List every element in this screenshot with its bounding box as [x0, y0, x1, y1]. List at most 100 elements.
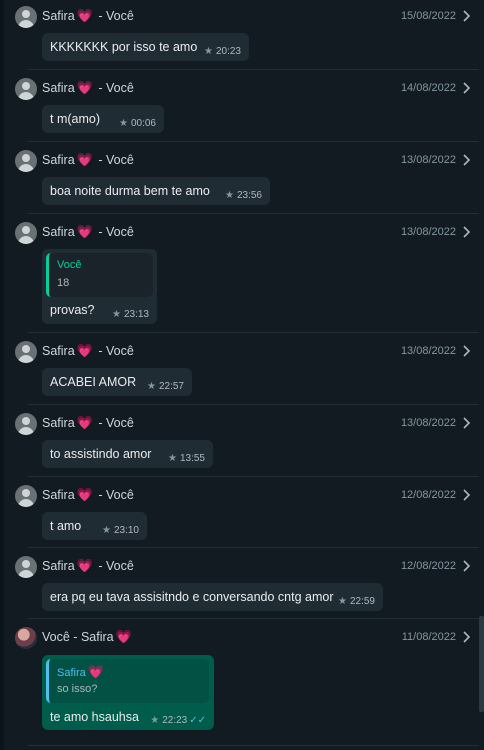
divider [28, 69, 480, 70]
star-icon: ★ [150, 715, 160, 726]
chevron-right-icon[interactable] [462, 344, 472, 358]
message-header: Safira 💗 - Você 13/08/2022 [14, 341, 480, 363]
quoted-author: Você [57, 259, 82, 271]
message-meta: ★ 22:59 [338, 596, 375, 607]
header-participants: Safira 💗 - Você [42, 225, 134, 240]
header-participants: Safira 💗 - Você [42, 559, 134, 574]
message-meta: ★ 23:56 [225, 190, 262, 201]
header-participants: Safira 💗 - Você [42, 81, 134, 96]
default-avatar-icon [15, 150, 37, 172]
separator: - [98, 344, 103, 358]
heart-emoji: 💗 [76, 9, 93, 24]
message-header: Safira 💗 - Você 13/08/2022 [14, 222, 480, 244]
quoted-text: so isso? [57, 683, 98, 695]
message-time: 23:10 [113, 525, 139, 536]
starred-message-item[interactable]: Safira 💗 - Você 13/08/2022 boa noite durm… [14, 150, 480, 212]
message-date: 11/08/2022 [401, 631, 456, 643]
sender-name: Safira [42, 488, 75, 502]
chevron-right-icon[interactable] [462, 153, 472, 167]
message-bubble[interactable]: boa noite durma bem te amo ★ 23:56 [42, 177, 270, 205]
message-bubble[interactable]: t m(amo) ★ 00:06 [42, 105, 164, 133]
chevron-right-icon[interactable] [462, 225, 472, 239]
starred-message-item[interactable]: Safira 💗 - Você 12/08/2022 era pq eu tava… [14, 556, 480, 618]
chevron-right-icon[interactable] [462, 9, 472, 23]
quoted-text: 18 [57, 277, 70, 289]
starred-message-item[interactable]: Safira 💗 - Você 13/08/2022 to assistindo … [14, 413, 480, 475]
message-bubble[interactable]: KKKKKKK por isso te amo ★ 20:23 [42, 33, 249, 61]
profile-avatar [15, 627, 37, 649]
divider [28, 547, 480, 548]
starred-message-item[interactable]: Safira 💗 - Você 13/08/2022 ACABEI AMOR ★ 2… [14, 341, 480, 403]
quoted-message[interactable]: Safira 💗 so isso? [46, 659, 209, 703]
message-header: Safira 💗 - Você 13/08/2022 [14, 413, 480, 435]
default-avatar-icon [15, 78, 37, 100]
left-edge [0, 0, 4, 750]
recipient-name: Você [105, 488, 134, 502]
message-bubble[interactable]: Você 18 provas? ★ 23:13 [42, 249, 157, 324]
message-time: 00:06 [130, 118, 156, 129]
message-bubble[interactable]: Safira 💗 so isso? te amo hsauhsa ★ 22:23 ✓✓ [42, 655, 214, 730]
message-bubble[interactable]: ACABEI AMOR ★ 22:57 [42, 368, 192, 396]
sender-name: Safira [42, 344, 75, 358]
divider [28, 332, 480, 333]
recipient-name: Você [105, 9, 134, 23]
message-text: t amo [50, 519, 82, 533]
heart-emoji: 💗 [76, 416, 93, 431]
divider [28, 404, 480, 405]
message-date: 13/08/2022 [400, 154, 456, 166]
star-icon: ★ [102, 525, 111, 536]
star-icon: ★ [168, 453, 177, 464]
scrollbar-thumb[interactable] [479, 616, 484, 712]
chevron-right-icon[interactable] [462, 559, 472, 573]
starred-message-item[interactable]: Safira 💗 - Você 13/08/2022 Você 18 provas… [14, 222, 480, 332]
recipient-name: Você [105, 416, 134, 430]
quoted-author: Safira 💗 [57, 665, 106, 680]
message-date: 13/08/2022 [400, 226, 456, 238]
recipient-name: Você [105, 559, 134, 573]
heart-emoji: 💗 [76, 153, 93, 168]
message-header: Safira 💗 - Você 13/08/2022 [14, 150, 480, 172]
message-text: te amo hsauhsa [50, 710, 139, 724]
sender-name: Você [42, 630, 70, 644]
star-icon: ★ [225, 190, 234, 201]
message-text: t m(amo) [50, 112, 100, 126]
starred-message-item[interactable]: Você - Safira 💗 11/08/2022 Safira 💗 so iss… [14, 627, 480, 737]
separator: - [73, 630, 78, 644]
message-date: 15/08/2022 [400, 10, 456, 22]
star-icon: ★ [119, 118, 128, 129]
message-bubble[interactable]: to assistindo amor ★ 13:55 [42, 440, 213, 468]
message-header: Safira 💗 - Você 15/08/2022 [14, 6, 480, 28]
message-meta: ★ 22:57 [147, 381, 184, 392]
message-date: 12/08/2022 [400, 560, 456, 572]
header-participants: Safira 💗 - Você [42, 416, 134, 431]
message-header: Safira 💗 - Você 12/08/2022 [14, 556, 480, 578]
message-bubble[interactable]: era pq eu tava assisitndo e conversando … [42, 583, 383, 611]
message-time: 22:23 [162, 715, 188, 726]
starred-message-item[interactable]: Safira 💗 - Você 12/08/2022 t amo ★ 23:10 [14, 485, 480, 547]
star-icon: ★ [147, 381, 156, 392]
separator: - [98, 225, 103, 239]
message-bubble[interactable]: t amo ★ 23:10 [42, 512, 147, 540]
starred-message-item[interactable]: Safira 💗 - Você 15/08/2022 KKKKKKK por is… [14, 6, 480, 68]
chevron-right-icon[interactable] [462, 488, 472, 502]
heart-emoji: 💗 [87, 665, 104, 680]
heart-emoji: 💗 [76, 225, 93, 240]
chevron-right-icon[interactable] [462, 81, 472, 95]
default-avatar-icon [15, 6, 37, 28]
message-time: 23:13 [123, 309, 149, 320]
chevron-right-icon[interactable] [462, 416, 472, 430]
default-avatar-icon [15, 413, 37, 435]
quoted-message[interactable]: Você 18 [46, 253, 153, 297]
starred-message-item[interactable]: Safira 💗 - Você 14/08/2022 t m(amo) ★ 00:0… [14, 78, 480, 140]
recipient-name: Você [105, 153, 134, 167]
chevron-right-icon[interactable] [462, 630, 472, 644]
recipient-name: Você [105, 344, 134, 358]
message-time: 22:57 [158, 381, 184, 392]
message-meta: ★ 22:23 ✓✓ [150, 715, 206, 726]
starred-messages-panel: Safira 💗 - Você 15/08/2022 KKKKKKK por is… [0, 0, 484, 750]
divider [28, 476, 480, 477]
message-date: 12/08/2022 [400, 489, 456, 501]
message-header: Safira 💗 - Você 14/08/2022 [14, 78, 480, 100]
message-text: to assistindo amor [50, 447, 152, 461]
divider [28, 618, 480, 619]
